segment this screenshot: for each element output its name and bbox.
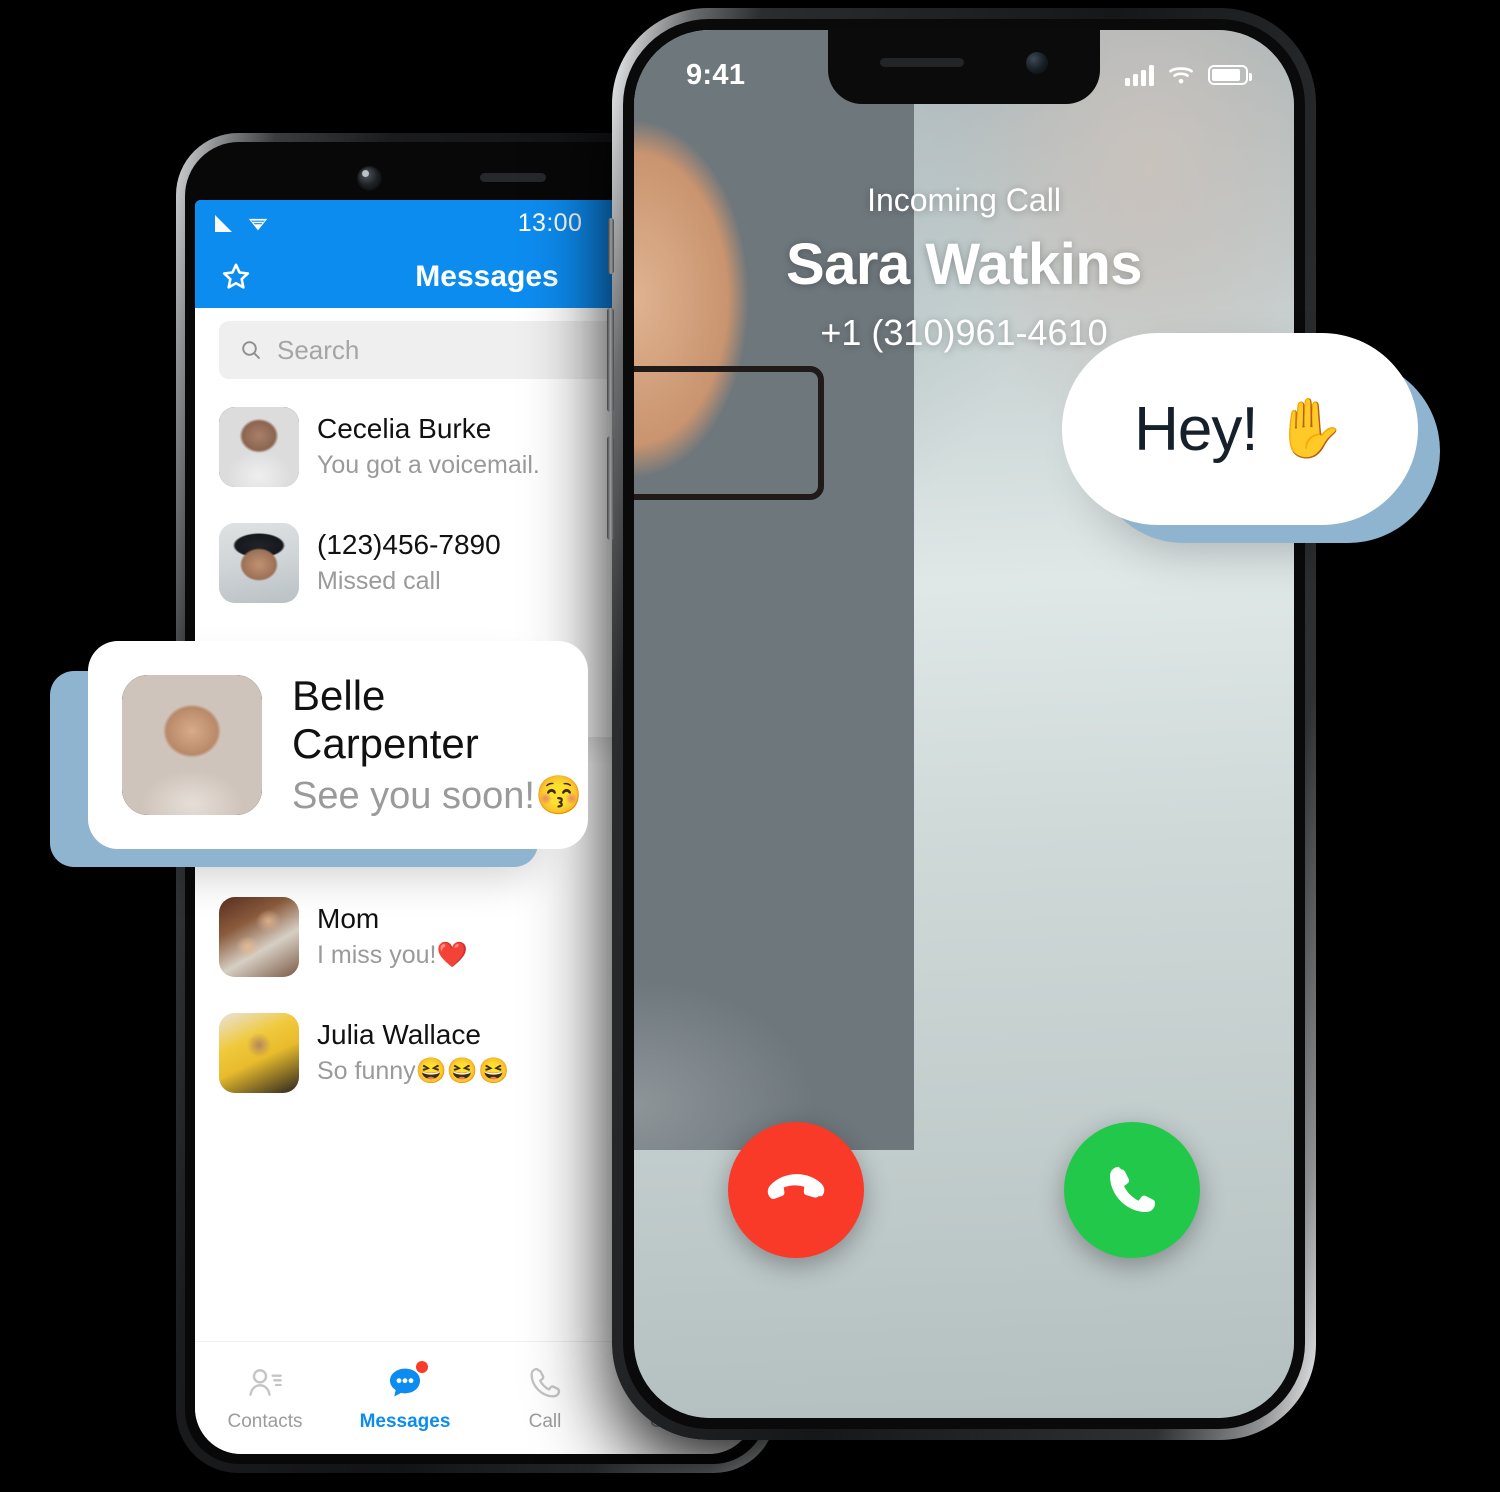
contact-name: Cecelia Burke [317,413,492,445]
phone-icon [530,1367,561,1398]
screenshot-stage: 13:00 Messages Search Cecelia Burke You … [0,0,1500,1492]
front-camera-icon [357,166,382,191]
row-texts: Mom I miss you!❤️ [317,902,468,972]
tab-label: Contacts [227,1411,303,1432]
iphone-bezel: 9:41 Incoming Call Sara Watkins +1 (310)… [623,19,1305,1429]
decline-call-button[interactable] [728,1122,864,1258]
contact-name: Mom [317,903,380,935]
search-placeholder: Search [277,334,360,365]
row-texts: Cecelia Burke You got a voicemail. [317,412,540,482]
iphone-mute-switch[interactable] [608,218,614,274]
avatar [122,675,262,815]
message-preview: You got a voicemail. [317,451,540,480]
contact-name: (123)456-7890 [317,529,501,561]
glasses-detail [634,366,825,501]
belle-carpenter-card[interactable]: Belle Carpenter See you soon!😚 [88,641,588,849]
row-texts: Julia Wallace So funny😆😆😆 [317,1018,509,1088]
hey-message-bubble: Hey! ✋ [1062,333,1418,525]
message-preview: I miss you!❤️ [317,941,468,970]
phone-hangup-icon [767,1174,825,1199]
call-header: Incoming Call Sara Watkins +1 (310)961-4… [634,182,1294,354]
ios-clock: 9:41 [686,58,746,91]
tab-call[interactable]: Call [475,1363,615,1433]
tab-messages[interactable]: Messages [335,1361,475,1433]
cellular-bars-icon [1125,64,1154,86]
contacts-icon [249,1369,282,1396]
accept-call-button[interactable] [1064,1122,1200,1258]
avatar [219,407,299,487]
iphone-screen: 9:41 Incoming Call Sara Watkins +1 (310)… [634,30,1294,1418]
contact-name: Julia Wallace [317,1019,481,1051]
contact-name: Belle Carpenter [292,671,479,767]
tab-contacts[interactable]: Contacts [195,1363,335,1433]
avatar [219,897,299,977]
message-preview: Missed call [317,567,441,596]
status-badge [416,1361,428,1373]
caller-name: Sara Watkins [785,232,1143,297]
tab-label: Call [528,1411,562,1432]
phone-answer-icon [1110,1166,1156,1212]
battery-icon [1208,65,1252,85]
iphone-volume-down-button[interactable] [607,436,614,540]
iphone-volume-up-button[interactable] [607,308,614,412]
card-texts: Belle Carpenter See you soon!😚 [292,672,582,819]
waving-hand-icon: ✋ [1273,396,1346,461]
status-right-icons [1125,64,1252,86]
message-preview: See you soon!😚 [292,775,583,818]
iphone-mockup: 9:41 Incoming Call Sara Watkins +1 (310)… [607,8,1321,1440]
ios-status-bar: 9:41 [634,30,1294,104]
wifi-icon [1169,67,1193,84]
search-icon [242,341,260,359]
earpiece-speaker [480,173,546,182]
call-status-label: Incoming Call [867,182,1061,218]
avatar [219,1013,299,1093]
row-texts: (123)456-7890 Missed call [317,528,501,598]
bubble-text: Hey! [1134,394,1258,464]
avatar [219,523,299,603]
call-action-bar [634,1122,1294,1258]
message-preview: So funny😆😆😆 [317,1057,510,1086]
tab-label: Messages [359,1411,451,1432]
chat-bubble-icon [385,1361,428,1403]
